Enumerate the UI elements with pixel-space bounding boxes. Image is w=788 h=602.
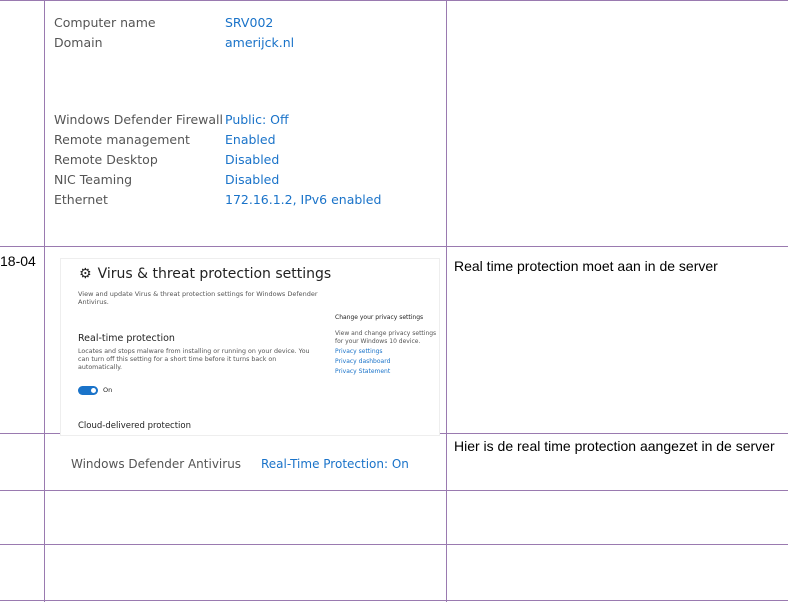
virus-settings-screenshot: ⚙ Virus & threat protection settings View… [60,258,440,436]
property-value: SRV002 [225,15,274,30]
virus-settings-description: View and update Virus & threat protectio… [78,290,318,306]
property-label: Remote Desktop [54,152,158,167]
realtime-toggle-label: On [103,386,113,394]
gear-icon: ⚙ [79,266,92,282]
table-border [0,600,788,601]
privacy-dashboard-link[interactable]: Privacy dashboard [335,358,439,366]
property-value: Disabled [225,152,280,167]
antivirus-status-value: Real-Time Protection: On [261,457,409,471]
property-value: amerijck.nl [225,35,295,50]
table-border [0,490,788,491]
row-date: 18-04 [0,253,36,269]
property-value: Public: Off [225,112,289,127]
antivirus-label: Windows Defender Antivirus [71,457,242,471]
virus-settings-title-text: Virus & threat protection settings [97,266,332,282]
property-value: Enabled [225,132,276,147]
property-label: Domain [54,35,103,50]
cloud-protection-heading: Cloud-delivered protection [78,421,192,431]
realtime-description: Locates and stops malware from installin… [78,348,310,371]
table-border [0,0,788,1]
privacy-statement-link[interactable]: Privacy Statement [335,368,439,376]
table-border [0,246,788,247]
privacy-heading: Change your privacy settings [335,314,424,321]
realtime-toggle[interactable] [78,386,98,395]
property-value: 172.16.1.2, IPv6 enabled [225,192,382,207]
property-label: Remote management [54,132,190,147]
table-border [44,0,45,602]
table-border [446,0,447,602]
antivirus-status-screenshot: Windows Defender Antivirus Real-Time Pro… [71,457,409,471]
document-table: 18-04 Real time protection moet aan in d… [0,0,788,602]
privacy-description: View and change privacy settings for you… [335,330,437,345]
note-done: Hier is de real time protection aangezet… [454,438,775,454]
virus-settings-title: ⚙ Virus & threat protection settings [79,266,331,282]
privacy-sidebar: Change your privacy settings View and ch… [335,314,439,376]
table-border [0,544,788,545]
property-label: Ethernet [54,192,108,207]
property-label: NIC Teaming [54,172,133,187]
realtime-heading: Real-time protection [78,333,175,344]
property-value: Disabled [225,172,280,187]
privacy-settings-link[interactable]: Privacy settings [335,348,439,356]
property-label: Windows Defender Firewall [54,112,223,127]
property-label: Computer name [54,15,156,30]
note-realtime: Real time protection moet aan in de serv… [454,258,718,274]
